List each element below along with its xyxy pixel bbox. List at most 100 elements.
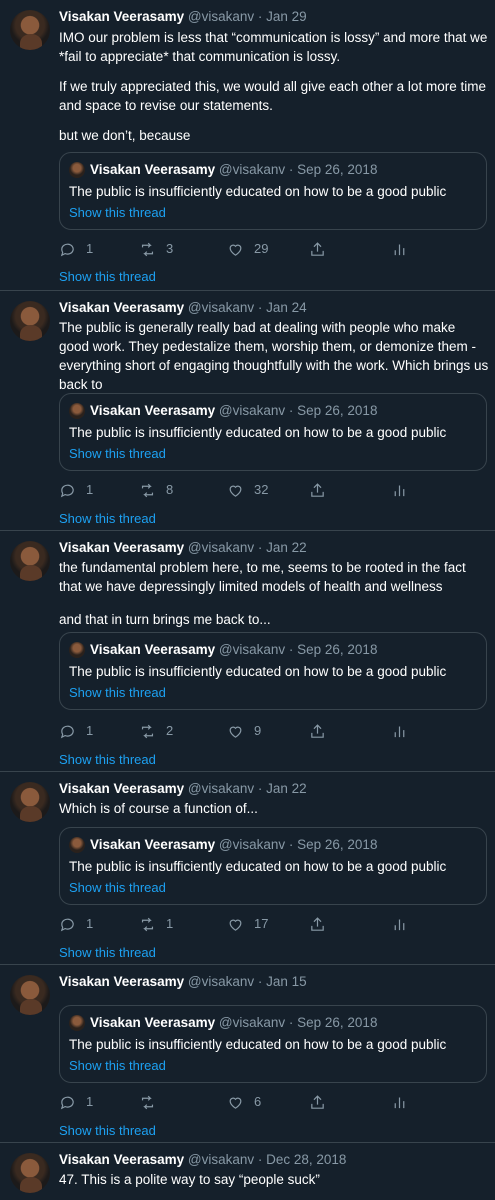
reply-icon — [60, 1096, 74, 1109]
author-handle[interactable]: @visakanv — [188, 540, 254, 555]
author-handle[interactable]: @visakanv — [188, 9, 254, 24]
author-name[interactable]: Visakan Veerasamy — [59, 540, 184, 555]
tweet-text: Which is of course a function of... — [59, 799, 489, 818]
tweet[interactable]: Visakan Veerasamy @visakanv · Jan 15 Vis… — [0, 965, 495, 1143]
analytics-button[interactable] — [391, 1092, 408, 1112]
quoted-show-thread-link[interactable]: Show this thread — [69, 445, 166, 463]
retweet-icon — [141, 1095, 154, 1109]
tweet-header: Visakan Veerasamy @visakanv · Jan 24 — [59, 300, 307, 315]
show-thread-link[interactable]: Show this thread — [59, 510, 156, 528]
quoted-avatar — [69, 642, 85, 658]
tweet[interactable]: Visakan Veerasamy @visakanv · Jan 29 IMO… — [0, 0, 495, 291]
quoted-text: The public is insufficiently educated on… — [69, 1037, 447, 1052]
analytics-button[interactable] — [391, 914, 408, 934]
quoted-show-thread-link[interactable]: Show this thread — [69, 684, 166, 702]
avatar[interactable] — [10, 782, 50, 822]
quoted-author-name: Visakan Veerasamy — [90, 642, 216, 657]
retweet-button[interactable] — [139, 1092, 166, 1112]
avatar[interactable] — [10, 301, 50, 341]
tweet-date[interactable]: Jan 22 — [266, 781, 307, 796]
show-thread-link[interactable]: Show this thread — [59, 268, 156, 286]
show-thread-link[interactable]: Show this thread — [59, 944, 156, 962]
reply-button[interactable]: 1 — [59, 721, 93, 741]
quoted-header: Visakan Veerasamy @visakanv · Sep 26, 20… — [90, 642, 378, 657]
show-thread-link[interactable]: Show this thread — [59, 751, 156, 769]
tweet-paragraph: 47. This is a polite way to say “people … — [59, 1172, 320, 1187]
like-button[interactable]: 32 — [227, 480, 268, 500]
share-button[interactable] — [309, 480, 326, 500]
tweet-paragraph: If we truly appreciated this, we would a… — [59, 79, 490, 113]
avatar[interactable] — [10, 10, 50, 50]
retweet-button[interactable]: 1 — [139, 914, 173, 934]
tweet[interactable]: Visakan Veerasamy @visakanv · Dec 28, 20… — [0, 1143, 495, 1200]
retweet-button[interactable]: 8 — [139, 480, 173, 500]
quoted-show-thread-link[interactable]: Show this thread — [69, 204, 166, 222]
share-button[interactable] — [309, 239, 326, 259]
quoted-tweet[interactable]: Visakan Veerasamy @visakanv · Sep 26, 20… — [59, 632, 487, 710]
tweet-header: Visakan Veerasamy @visakanv · Jan 22 — [59, 781, 307, 796]
show-thread-link[interactable]: Show this thread — [59, 1122, 156, 1140]
tweet[interactable]: Visakan Veerasamy @visakanv · Jan 22 Whi… — [0, 772, 495, 965]
like-button[interactable]: 17 — [227, 914, 268, 934]
tweet-date[interactable]: Jan 29 — [266, 9, 307, 24]
share-button[interactable] — [309, 721, 326, 741]
tweet[interactable]: Visakan Veerasamy @visakanv · Jan 24 The… — [0, 291, 495, 531]
reply-count: 1 — [86, 723, 94, 738]
tweet-text: The public is generally really bad at de… — [59, 318, 489, 394]
tweet-date[interactable]: Jan 24 — [266, 300, 307, 315]
author-handle[interactable]: @visakanv — [188, 781, 254, 796]
quoted-date: Sep 26, 2018 — [297, 642, 378, 657]
share-icon — [311, 482, 324, 497]
tweet-text: 47. This is a polite way to say “people … — [59, 1170, 489, 1189]
retweet-icon — [141, 242, 154, 256]
action-bar: 1 1 17 — [59, 914, 489, 934]
author-handle[interactable]: @visakanv — [188, 300, 254, 315]
quoted-author-name: Visakan Veerasamy — [90, 837, 216, 852]
quoted-show-thread-link[interactable]: Show this thread — [69, 1057, 166, 1075]
avatar[interactable] — [10, 541, 50, 581]
like-count: 9 — [254, 723, 262, 738]
tweet[interactable]: Visakan Veerasamy @visakanv · Jan 22 the… — [0, 531, 495, 772]
reply-button[interactable]: 1 — [59, 239, 93, 259]
quoted-tweet[interactable]: Visakan Veerasamy @visakanv · Sep 26, 20… — [59, 1005, 487, 1083]
quoted-show-thread-link[interactable]: Show this thread — [69, 879, 166, 897]
quoted-author-handle: @visakanv — [218, 837, 286, 852]
author-handle[interactable]: @visakanv — [188, 1152, 254, 1167]
tweet-paragraph: The public is generally really bad at de… — [59, 320, 492, 392]
reply-button[interactable]: 1 — [59, 480, 93, 500]
share-button[interactable] — [309, 914, 326, 934]
author-name[interactable]: Visakan Veerasamy — [59, 9, 184, 24]
like-button[interactable]: 9 — [227, 721, 261, 741]
like-icon — [229, 726, 242, 738]
tweet-date[interactable]: Dec 28, 2018 — [266, 1152, 346, 1167]
avatar[interactable] — [10, 1153, 50, 1193]
retweet-button[interactable]: 3 — [139, 239, 173, 259]
quoted-avatar — [69, 1015, 85, 1031]
reply-button[interactable]: 1 — [59, 914, 93, 934]
author-name[interactable]: Visakan Veerasamy — [59, 1152, 184, 1167]
tweet-date[interactable]: Jan 22 — [266, 540, 307, 555]
reply-count: 1 — [86, 1094, 94, 1109]
quoted-tweet[interactable]: Visakan Veerasamy @visakanv · Sep 26, 20… — [59, 393, 487, 471]
like-button[interactable]: 6 — [227, 1092, 261, 1112]
action-bar: 1 6 — [59, 1092, 489, 1112]
author-name[interactable]: Visakan Veerasamy — [59, 300, 184, 315]
quoted-header: Visakan Veerasamy @visakanv · Sep 26, 20… — [90, 1015, 378, 1030]
share-icon — [311, 723, 324, 738]
reply-button[interactable]: 1 — [59, 1092, 93, 1112]
share-button[interactable] — [309, 1092, 326, 1112]
tweet-date[interactable]: Jan 15 — [266, 974, 307, 989]
quoted-text: The public is insufficiently educated on… — [69, 859, 447, 874]
analytics-button[interactable] — [391, 721, 408, 741]
retweet-button[interactable]: 2 — [139, 721, 173, 741]
author-name[interactable]: Visakan Veerasamy — [59, 974, 184, 989]
analytics-button[interactable] — [391, 480, 408, 500]
avatar[interactable] — [10, 975, 50, 1015]
like-icon — [229, 485, 242, 497]
analytics-button[interactable] — [391, 239, 408, 259]
quoted-tweet[interactable]: Visakan Veerasamy @visakanv · Sep 26, 20… — [59, 827, 487, 905]
quoted-tweet[interactable]: Visakan Veerasamy @visakanv · Sep 26, 20… — [59, 152, 487, 230]
author-name[interactable]: Visakan Veerasamy — [59, 781, 184, 796]
like-button[interactable]: 29 — [227, 239, 268, 259]
author-handle[interactable]: @visakanv — [188, 974, 254, 989]
